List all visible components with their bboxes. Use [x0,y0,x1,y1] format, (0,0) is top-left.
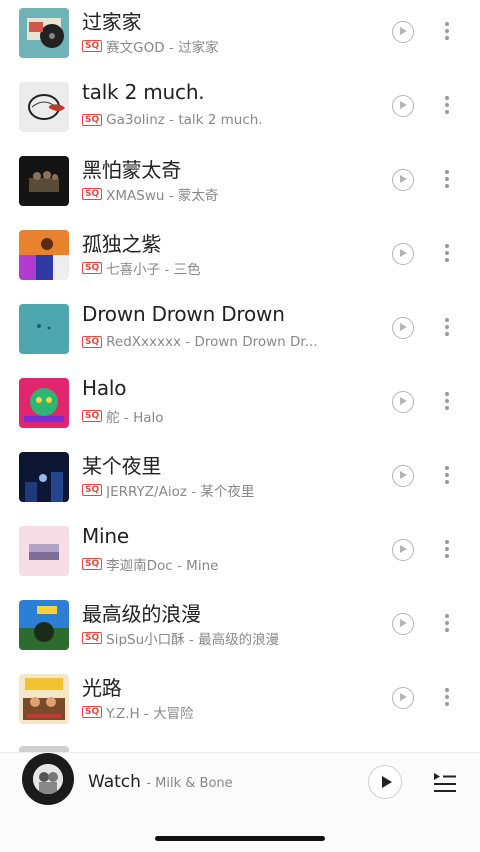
more-vertical-icon[interactable] [444,540,450,562]
now-playing-info[interactable]: Watch - Milk & Bone [88,772,233,792]
sq-badge: SQ [82,484,103,496]
now-playing-artist: Milk & Bone [155,776,233,791]
play-circle-icon[interactable] [392,317,414,339]
song-row[interactable]: 光路 SQ Y.Z.H - 大冒险 [0,666,480,740]
sq-badge: SQ [82,410,103,422]
song-subtitle: SQ JERRYZ/Aioz - 某个夜里 [82,482,254,498]
play-circle-icon[interactable] [392,465,414,487]
song-title: 光路 [82,676,122,700]
now-playing-separator: - [146,776,156,791]
artist-album: XMASwu - 蒙太奇 [106,188,219,202]
album-cover [19,8,69,58]
more-vertical-icon[interactable] [444,244,450,266]
song-title: Drown Drown Drown [82,302,285,326]
song-title: 某个夜里 [82,454,162,478]
song-title: 黑怕蒙太奇 [82,158,181,182]
more-vertical-icon[interactable] [444,688,450,710]
artist-album: RedXxxxxx - Drown Drown Dr... [106,334,318,350]
song-row[interactable]: Mine SQ 李迦南Doc - Mine [0,518,480,592]
artist-album: Ga3olinz - talk 2 much. [106,112,263,128]
more-vertical-icon[interactable] [444,466,450,488]
album-cover [19,378,69,428]
sq-badge: SQ [82,262,103,274]
album-cover [19,452,69,502]
song-subtitle: SQ RedXxxxxx - Drown Drown Dr... [82,334,318,350]
song-subtitle: SQ 七喜小子 - 三色 [82,260,201,276]
album-cover [19,156,69,206]
song-title: Mine [82,524,129,548]
album-cover [19,304,69,354]
album-cover [19,526,69,576]
play-circle-icon[interactable] [392,243,414,265]
song-subtitle: SQ 赛文GOD - 过家家 [82,38,219,54]
play-button[interactable] [368,765,402,799]
sq-badge: SQ [82,188,103,200]
more-vertical-icon[interactable] [444,614,450,636]
artist-album: Y.Z.H - 大冒险 [106,706,194,720]
home-indicator [155,836,325,841]
album-cover [19,674,69,724]
artist-album: 七喜小子 - 三色 [106,262,201,276]
more-vertical-icon[interactable] [444,170,450,192]
song-subtitle: SQ 舵 - Halo [82,408,164,424]
sq-badge: SQ [82,632,103,644]
play-circle-icon[interactable] [392,613,414,635]
more-vertical-icon[interactable] [444,22,450,44]
play-circle-icon[interactable] [392,95,414,117]
play-circle-icon[interactable] [392,539,414,561]
song-row[interactable]: 过家家 SQ 赛文GOD - 过家家 [0,0,480,74]
song-row[interactable]: 孤独之紫 SQ 七喜小子 - 三色 [0,222,480,296]
artist-album: SipSu小口酥 - 最高级的浪漫 [106,632,280,646]
sq-badge: SQ [82,558,103,570]
playlist-queue-icon[interactable] [432,770,458,794]
sq-badge: SQ [82,114,103,126]
play-circle-icon[interactable] [392,169,414,191]
song-subtitle: SQ 李迦南Doc - Mine [82,556,218,572]
song-title: 孤独之紫 [82,232,162,256]
play-circle-icon[interactable] [392,21,414,43]
album-cover [19,82,69,132]
song-subtitle: SQ SipSu小口酥 - 最高级的浪漫 [82,630,279,646]
more-vertical-icon[interactable] [444,96,450,118]
sq-badge: SQ [82,40,103,52]
song-row[interactable]: 某个夜里 SQ JERRYZ/Aioz - 某个夜里 [0,444,480,518]
song-title: 最高级的浪漫 [82,602,201,626]
sq-badge: SQ [82,336,103,348]
play-circle-icon[interactable] [392,687,414,709]
artist-album: JERRYZ/Aioz - 某个夜里 [106,484,255,498]
mini-player[interactable]: Watch - Milk & Bone [0,752,480,852]
song-title: Halo [82,376,127,400]
song-subtitle: SQ Y.Z.H - 大冒险 [82,704,194,720]
more-vertical-icon[interactable] [444,318,450,340]
song-row[interactable]: 黑怕蒙太奇 SQ XMASwu - 蒙太奇 [0,148,480,222]
song-row[interactable]: talk 2 much. SQ Ga3olinz - talk 2 much. [0,74,480,148]
song-subtitle: SQ Ga3olinz - talk 2 much. [82,112,263,128]
album-cover [19,230,69,280]
album-cover [19,600,69,650]
song-row[interactable]: Halo SQ 舵 - Halo [0,370,480,444]
song-title: 过家家 [82,10,142,34]
song-row[interactable]: Drown Drown Drown SQ RedXxxxxx - Drown Dr… [0,296,480,370]
song-row[interactable]: 最高级的浪漫 SQ SipSu小口酥 - 最高级的浪漫 [0,592,480,666]
song-title: talk 2 much. [82,80,205,104]
artist-album: 李迦南Doc - Mine [106,558,219,572]
play-circle-icon[interactable] [392,391,414,413]
artist-album: 赛文GOD - 过家家 [106,40,219,54]
now-playing-disc[interactable] [22,753,74,805]
song-subtitle: SQ XMASwu - 蒙太奇 [82,186,218,202]
sq-badge: SQ [82,706,103,718]
more-vertical-icon[interactable] [444,392,450,414]
now-playing-title: Watch [88,772,141,792]
artist-album: 舵 - Halo [106,410,164,424]
